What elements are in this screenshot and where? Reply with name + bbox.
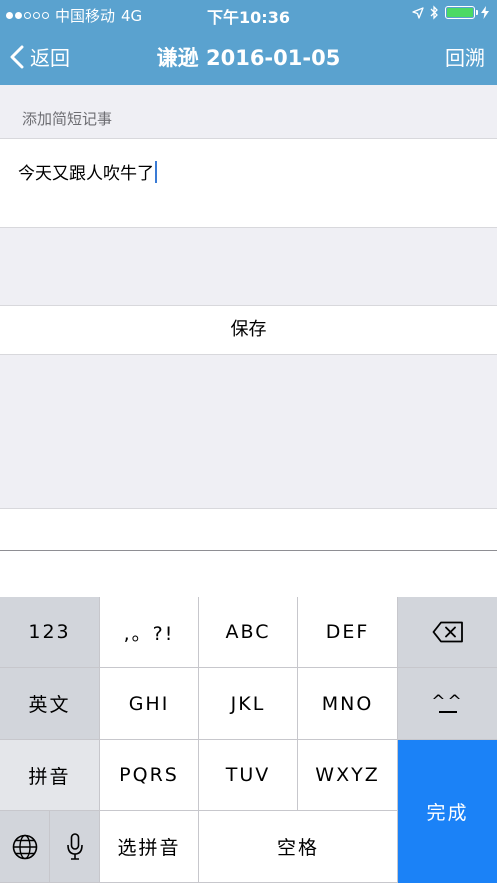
microphone-icon	[66, 832, 83, 860]
note-input[interactable]: 今天又跟人吹牛了	[0, 138, 497, 228]
note-text: 今天又跟人吹牛了	[18, 164, 154, 184]
key-english[interactable]: 英文	[0, 668, 100, 740]
key-delete[interactable]	[398, 597, 497, 668]
keyboard: 123 ,。?! ABC DEF 英文 GHI JKL MNO ^^ 拼音 PQ…	[0, 597, 497, 883]
key-space[interactable]: 空格	[199, 811, 398, 883]
globe-icon	[12, 834, 37, 859]
emoticon-label: ^^	[431, 692, 464, 712]
text-caret	[155, 160, 157, 183]
key-abc[interactable]: ABC	[199, 597, 298, 668]
save-button[interactable]: 保存	[0, 305, 497, 355]
key-jkl[interactable]: JKL	[199, 668, 298, 740]
battery-icon	[445, 6, 478, 19]
emoticon-mouth	[438, 711, 457, 713]
key-done[interactable]: 完成	[398, 740, 497, 883]
section-label: 添加简短记事	[22, 110, 113, 128]
status-bar: 中国移动 4G 下午10:36	[0, 0, 497, 28]
key-ghi[interactable]: GHI	[100, 668, 199, 740]
key-wxyz[interactable]: WXYZ	[298, 740, 398, 811]
navigation-bar: 返回 谦逊 2016-01-05 回溯	[0, 28, 497, 85]
charging-bolt-icon	[481, 6, 489, 19]
key-def[interactable]: DEF	[298, 597, 398, 668]
key-emoticon[interactable]: ^^	[398, 668, 497, 740]
keyboard-accessory-bar	[0, 508, 497, 597]
key-mno[interactable]: MNO	[298, 668, 398, 740]
key-microphone[interactable]	[50, 811, 100, 883]
backspace-icon	[432, 621, 463, 643]
key-pqrs[interactable]: PQRS	[100, 740, 199, 811]
bluetooth-icon	[430, 5, 438, 20]
review-button[interactable]: 回溯	[445, 42, 485, 71]
location-arrow-icon	[412, 6, 424, 19]
note-text-wrap: 今天又跟人吹牛了	[18, 159, 157, 184]
key-pinyin[interactable]: 拼音	[0, 740, 100, 811]
key-select-pinyin[interactable]: 选拼音	[100, 811, 199, 883]
key-punctuation[interactable]: ,。?!	[100, 597, 199, 668]
key-globe[interactable]	[0, 811, 50, 883]
status-right	[412, 5, 489, 20]
key-tuv[interactable]: TUV	[199, 740, 298, 811]
page-title: 谦逊 2016-01-05	[156, 46, 341, 70]
key-123[interactable]: 123	[0, 597, 100, 668]
